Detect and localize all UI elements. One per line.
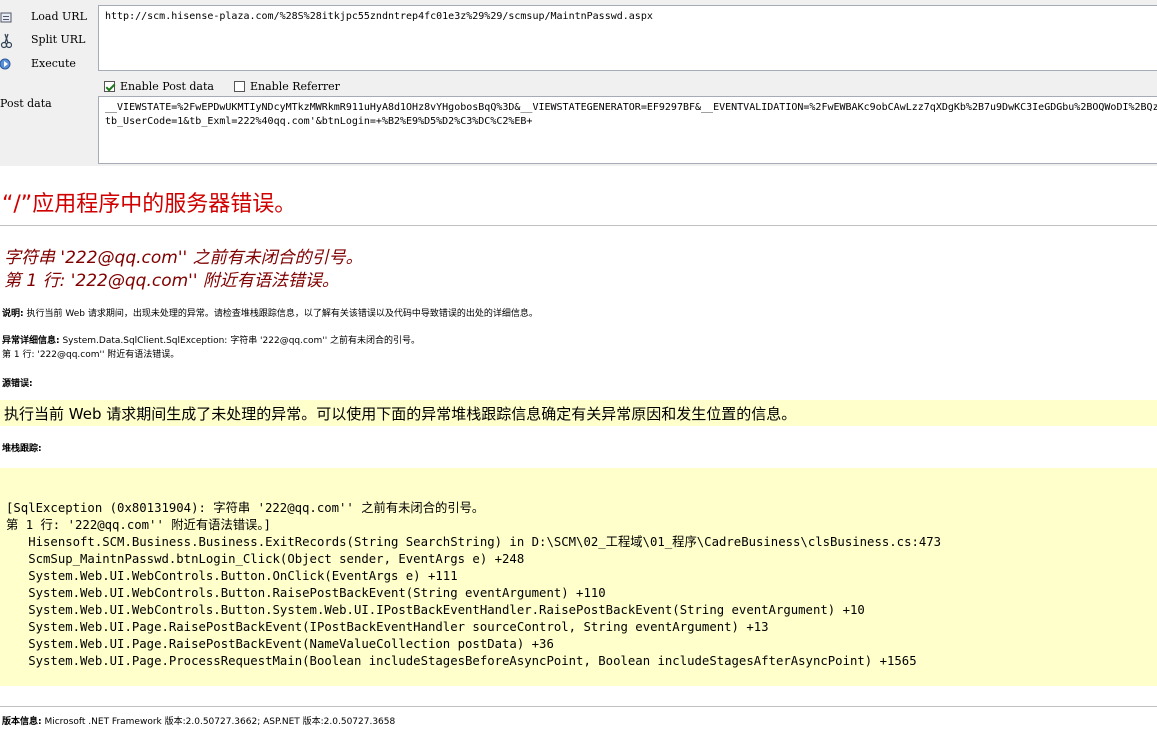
- description-label: 说明:: [2, 309, 24, 319]
- load-url-label: Load URL: [31, 10, 87, 23]
- version-text: Microsoft .NET Framework 版本:2.0.50727.36…: [41, 717, 396, 727]
- version-label: 版本信息:: [2, 717, 42, 727]
- enable-referrer-label: Enable Referrer: [250, 80, 340, 93]
- stack-trace-label: 堆栈跟踪:: [2, 444, 42, 454]
- hackbar-toolbar: Load URL Split URL Execute http://scm.hi…: [0, 0, 1157, 166]
- divider: [0, 225, 1157, 226]
- execute-label: Execute: [31, 57, 76, 70]
- scissors-icon: [0, 33, 13, 49]
- split-url-button[interactable]: Split URL: [0, 30, 90, 50]
- post-data-input[interactable]: __VIEWSTATE=%2FwEPDwUKMTIyNDcyMTkzMWRkmR…: [98, 96, 1157, 164]
- exception-details: 异常详细信息: System.Data.SqlClient.SqlExcepti…: [2, 333, 420, 346]
- enable-referrer-checkbox[interactable]: Enable Referrer: [234, 79, 354, 95]
- stack-trace-box: [SqlException (0x80131904): 字符串 '222@qq.…: [0, 468, 1157, 686]
- error-message-line2: 第 1 行: '222@qq.com'' 附近有语法错误。: [4, 271, 339, 291]
- post-data-line: __VIEWSTATE=%2FwEPDwUKMTIyNDcyMTkzMWRkmR…: [105, 102, 1157, 113]
- enable-post-label: Enable Post data: [120, 80, 214, 93]
- execute-button[interactable]: Execute: [0, 54, 90, 74]
- version-info: 版本信息: Microsoft .NET Framework 版本:2.0.50…: [2, 714, 395, 727]
- execute-icon: [0, 57, 12, 71]
- source-error-label: 源错误:: [2, 379, 33, 389]
- exception-text: System.Data.SqlClient.SqlException: 字符串 …: [59, 336, 421, 346]
- divider: [0, 706, 1157, 707]
- split-url-label: Split URL: [31, 33, 86, 46]
- load-url-button[interactable]: Load URL: [0, 7, 90, 27]
- source-error-text: 执行当前 Web 请求期间生成了未处理的异常。可以使用下面的异常堆栈跟踪信息确定…: [4, 405, 797, 423]
- exception-label: 异常详细信息:: [2, 336, 60, 346]
- checkbox-checked-icon: [104, 81, 115, 92]
- error-message-line1: 字符串 '222@qq.com'' 之前有未闭合的引号。: [4, 248, 363, 268]
- load-url-icon: [0, 10, 12, 24]
- stack-trace-text: [SqlException (0x80131904): 字符串 '222@qq.…: [6, 501, 942, 668]
- checkbox-unchecked-icon: [234, 81, 245, 92]
- page-title: “/”应用程序中的服务器错误。: [2, 192, 297, 217]
- url-input[interactable]: http://scm.hisense-plaza.com/%28S%28itkj…: [98, 5, 1157, 71]
- exception-details-line2: 第 1 行: '222@qq.com'' 附近有语法错误。: [2, 350, 180, 360]
- description: 说明: 执行当前 Web 请求期间，出现未处理的异常。请检查堆栈跟踪信息，以了解…: [2, 306, 538, 319]
- post-data-label: Post data: [0, 97, 52, 110]
- description-text: 执行当前 Web 请求期间，出现未处理的异常。请检查堆栈跟踪信息，以了解有关该错…: [23, 309, 538, 319]
- post-data-line: tb_UserCode=1&tb_Exml=222%40qq.com'&btnL…: [105, 116, 533, 127]
- enable-post-checkbox[interactable]: Enable Post data: [104, 79, 224, 95]
